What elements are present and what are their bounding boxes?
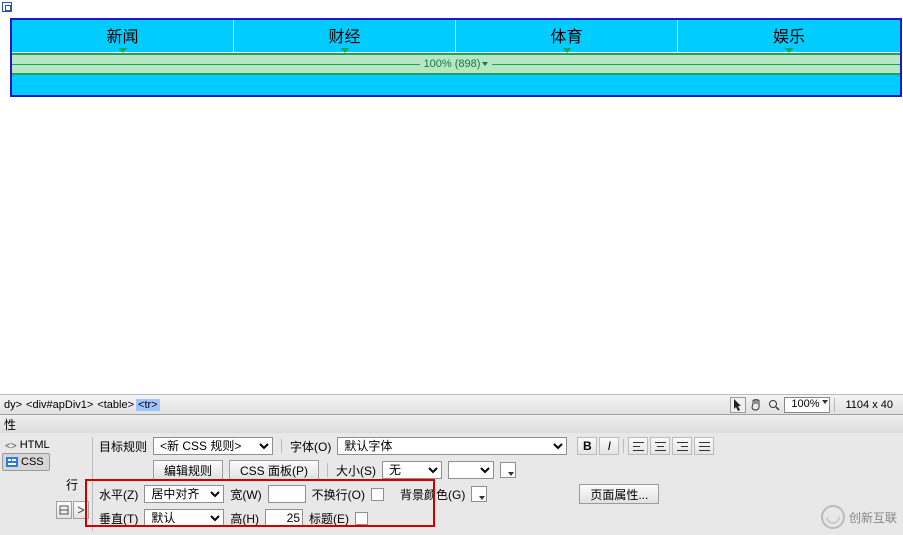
align-justify-icon — [699, 442, 710, 451]
table-row-empty[interactable] — [12, 75, 900, 95]
watermark: 创新互联 — [821, 505, 897, 529]
italic-button[interactable]: I — [599, 437, 619, 455]
zoom-value: 100% — [791, 398, 819, 410]
vert-label: 垂直(T) — [99, 510, 138, 527]
row-gutter: 行 — [52, 433, 92, 535]
row-label: 行 — [66, 476, 78, 493]
bold-button[interactable]: B — [577, 437, 597, 455]
nav-cell-label: 体育 — [550, 29, 582, 46]
tag-selector[interactable]: <table> — [95, 399, 136, 411]
nav-cell-label: 新闻 — [106, 29, 138, 46]
nav-cell[interactable]: 娱乐 — [678, 20, 900, 52]
hand-tool-icon[interactable] — [748, 397, 764, 413]
bg-label: 背景颜色(G) — [400, 486, 465, 503]
nowrap-label: 不换行(O) — [312, 486, 365, 503]
width-indicator[interactable]: 100% (898) — [420, 58, 493, 70]
row-tool-1[interactable] — [56, 501, 72, 519]
anchor-point-icon — [2, 2, 12, 12]
css-icon — [6, 457, 18, 467]
page-properties-button[interactable]: 页面属性... — [579, 484, 659, 504]
align-left-button[interactable] — [628, 437, 648, 455]
chevron-down-icon — [822, 400, 828, 404]
width-indicator-label: 100% (898) — [424, 58, 481, 70]
tag-selector[interactable]: <div#apDiv1> — [24, 399, 95, 411]
target-rule-label: 目标规则 — [99, 438, 147, 455]
design-canvas: 新闻 财经 体育 娱乐 100% (898) — [0, 0, 903, 395]
target-rule-select[interactable]: <新 CSS 规则> — [153, 437, 273, 455]
tag-selector[interactable]: dy> — [2, 399, 24, 411]
align-right-button[interactable] — [672, 437, 692, 455]
panel-title: 性 — [0, 415, 903, 433]
bg-color-chip[interactable] — [471, 486, 487, 502]
mode-column: HTML CSS — [0, 433, 52, 535]
properties-panel: 性 HTML CSS 行 目标规则 — [0, 414, 903, 535]
header-label: 标题(E) — [309, 510, 349, 527]
align-left-icon — [633, 442, 644, 451]
nav-cell-label: 娱乐 — [773, 29, 805, 46]
nowrap-checkbox[interactable] — [371, 488, 384, 501]
css-panel-button[interactable]: CSS 面板(P) — [229, 460, 319, 480]
zoom-level-field[interactable]: 100% — [784, 397, 830, 413]
nav-cell[interactable]: 新闻 — [12, 20, 234, 52]
nav-cell-label: 财经 — [328, 29, 360, 46]
align-right-icon — [677, 442, 688, 451]
tag-selector-bar: dy><div#apDiv1><table><tr> 100% 1104 x 4… — [0, 394, 903, 414]
text-color-chip[interactable] — [500, 462, 516, 478]
nav-cell[interactable]: 体育 — [456, 20, 678, 52]
table-row-spacer[interactable]: 100% (898) — [12, 53, 900, 75]
nav-row: 新闻 财经 体育 娱乐 — [12, 20, 900, 53]
align-center-icon — [655, 442, 666, 451]
tag-selector[interactable]: <tr> — [136, 399, 160, 411]
row-tools — [56, 501, 89, 519]
align-center-button[interactable] — [650, 437, 670, 455]
html-icon — [5, 440, 17, 450]
size-label: 大小(S) — [336, 462, 376, 479]
row-tool-2[interactable] — [73, 501, 89, 519]
font-label: 字体(O) — [290, 438, 331, 455]
width-label: 宽(W) — [230, 486, 261, 503]
mode-html-label: HTML — [20, 439, 50, 451]
mode-css-label: CSS — [21, 456, 44, 468]
horiz-align-select[interactable]: 居中对齐 — [144, 485, 224, 503]
mode-css-button[interactable]: CSS — [2, 453, 50, 471]
watermark-text: 创新互联 — [849, 509, 897, 526]
header-checkbox[interactable] — [355, 512, 368, 525]
nav-cell[interactable]: 财经 — [234, 20, 456, 52]
separator — [834, 398, 835, 412]
size-unit-select[interactable] — [448, 461, 494, 479]
fields-area: 目标规则 <新 CSS 规则> 字体(O) 默认字体 B I — [93, 433, 903, 535]
canvas-dimensions: 1104 x 40 — [839, 399, 899, 411]
vert-align-select[interactable]: 默认 — [144, 509, 224, 527]
width-input[interactable] — [268, 485, 306, 503]
size-select[interactable]: 无 — [382, 461, 442, 479]
watermark-logo-icon — [821, 505, 845, 529]
align-justify-button[interactable] — [694, 437, 714, 455]
height-input[interactable] — [265, 509, 303, 527]
mode-html-button[interactable]: HTML — [2, 437, 50, 453]
font-select[interactable]: 默认字体 — [337, 437, 567, 455]
zoom-tool-icon[interactable] — [766, 397, 782, 413]
horiz-label: 水平(Z) — [99, 486, 138, 503]
tag-path: dy><div#apDiv1><table><tr> — [0, 399, 726, 411]
edit-rule-button[interactable]: 编辑规则 — [153, 460, 223, 480]
height-label: 高(H) — [230, 510, 259, 527]
pointer-tool-icon[interactable] — [730, 397, 746, 413]
nav-table[interactable]: 新闻 财经 体育 娱乐 100% (898) — [10, 18, 902, 97]
